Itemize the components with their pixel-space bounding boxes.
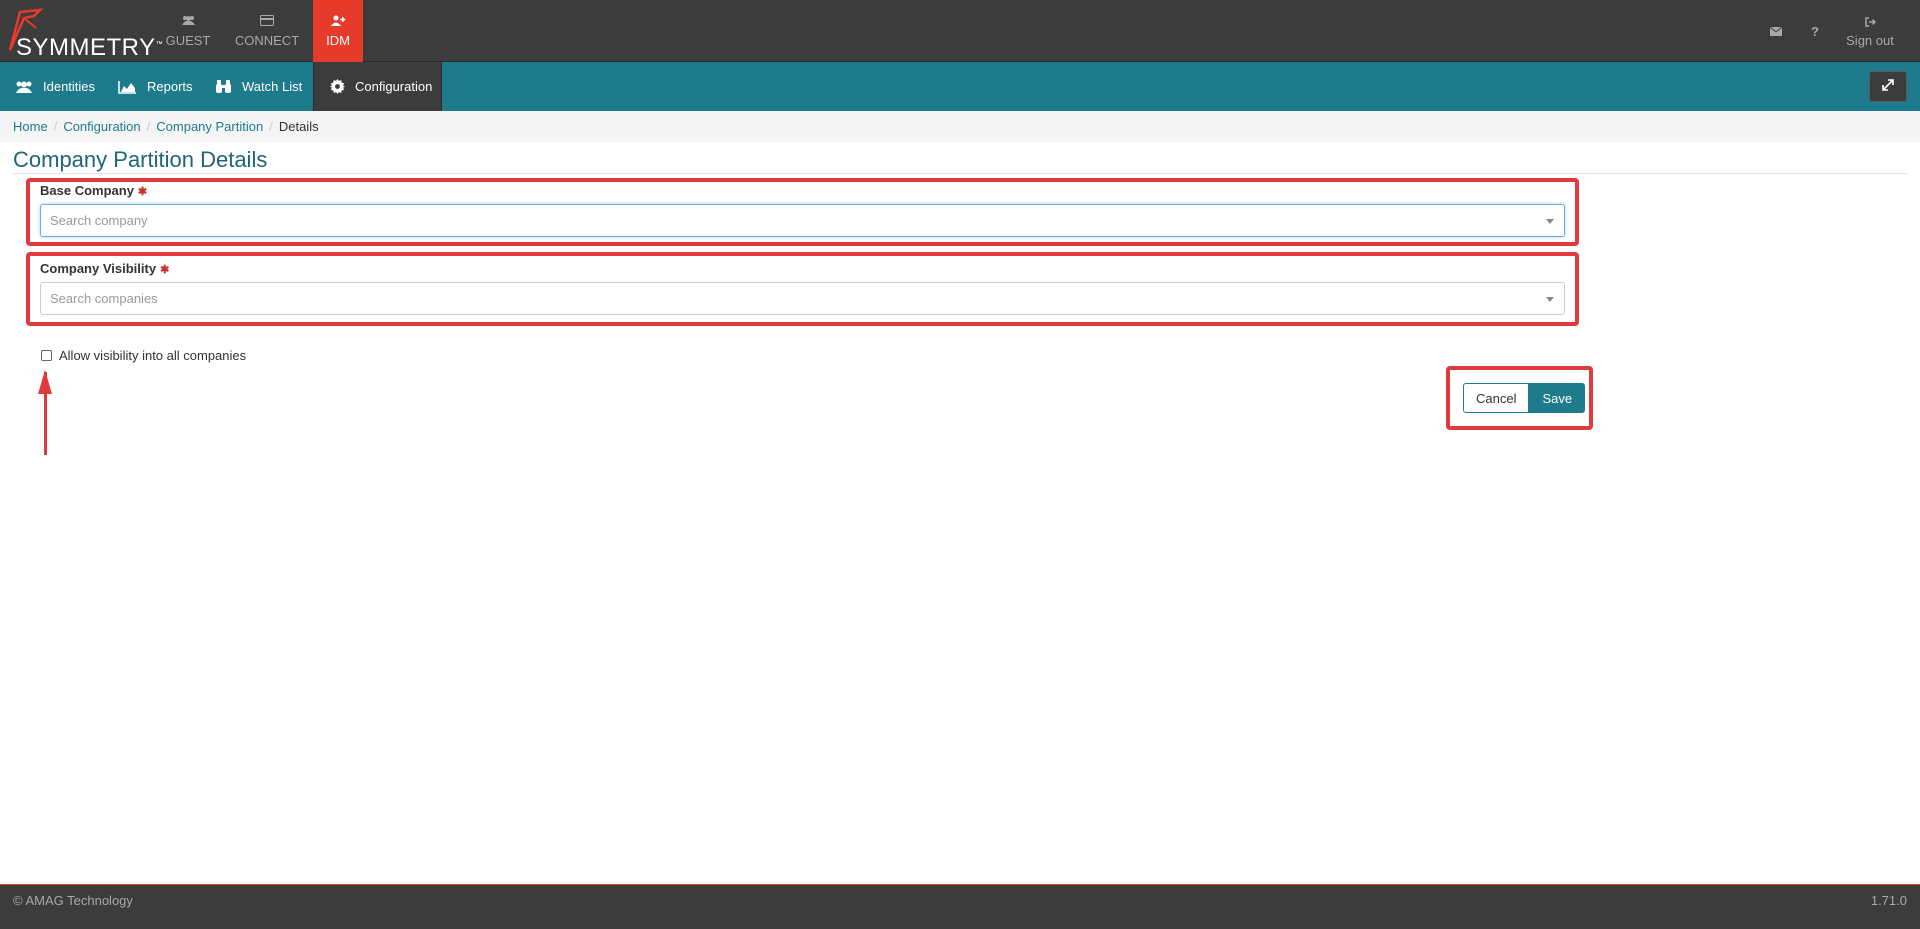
required-marker: ✱ <box>137 186 148 198</box>
sign-out-icon <box>1864 15 1876 30</box>
breadcrumb-bar: Home / Configuration / Company Partition… <box>0 111 1920 142</box>
allow-all-checkbox[interactable] <box>41 350 52 361</box>
nav-identities-label: Identities <box>43 79 96 94</box>
base-company-label: Base Company ✱ <box>40 183 148 198</box>
nav-watch-list[interactable]: Watch List <box>215 62 302 111</box>
chevron-down-icon <box>1546 297 1554 302</box>
topnav-guest-label: GUEST <box>165 33 211 48</box>
nav-identities[interactable]: Identities <box>15 62 95 111</box>
divider <box>13 173 1907 174</box>
page-title: Company Partition Details <box>13 147 268 172</box>
breadcrumb: Home / Configuration / Company Partition… <box>13 119 319 134</box>
main-nav: Identities Reports Watch List Configurat… <box>0 62 1920 111</box>
binoculars-icon <box>215 79 232 94</box>
mail-button[interactable] <box>1768 0 1784 62</box>
save-button[interactable]: Save <box>1529 383 1586 413</box>
area-chart-icon <box>118 80 137 94</box>
nav-configuration[interactable]: Configuration <box>313 62 442 111</box>
breadcrumb-configuration[interactable]: Configuration <box>63 119 140 134</box>
company-visibility-label: Company Visibility ✱ <box>40 261 170 276</box>
breadcrumb-home[interactable]: Home <box>13 119 48 134</box>
nav-reports[interactable]: Reports <box>118 62 193 111</box>
users-icon <box>15 80 33 94</box>
card-icon <box>260 14 274 30</box>
required-marker: ✱ <box>160 264 170 276</box>
symmetry-logo[interactable]: SYMMETRY™ <box>6 6 163 61</box>
base-company-placeholder: Search company <box>50 213 148 228</box>
breadcrumb-separator: / <box>53 119 58 134</box>
breadcrumb-separator: / <box>146 119 151 134</box>
base-company-select[interactable]: Search company <box>40 204 1565 237</box>
sign-out-label: Sign out <box>1846 32 1894 48</box>
footer: © AMAG Technology 1.71.0 <box>0 884 1920 929</box>
topnav-connect[interactable]: CONNECT <box>231 0 303 62</box>
fullscreen-button[interactable] <box>1869 71 1907 102</box>
chevron-down-icon <box>1546 219 1554 224</box>
topnav-connect-label: CONNECT <box>234 33 300 48</box>
gear-icon <box>330 79 345 94</box>
topnav-idm[interactable]: IDM <box>313 0 363 62</box>
allow-all-row: Allow visibility into all companies <box>41 348 246 363</box>
breadcrumb-current: Details <box>278 119 319 134</box>
help-button[interactable]: ? <box>1808 0 1822 62</box>
nav-configuration-label: Configuration <box>355 79 433 94</box>
users-icon <box>181 14 196 30</box>
expand-icon <box>1882 79 1894 94</box>
company-visibility-select[interactable]: Search companies <box>40 282 1565 315</box>
logo-wordmark: SYMMETRY™ <box>16 34 164 61</box>
breadcrumb-separator: / <box>269 119 273 134</box>
topnav-guest[interactable]: GUEST <box>160 0 216 62</box>
breadcrumb-company-partition[interactable]: Company Partition <box>156 119 263 134</box>
cancel-button[interactable]: Cancel <box>1463 383 1530 413</box>
topnav-idm-label: IDM <box>326 33 350 48</box>
sign-out-button[interactable]: Sign out <box>1840 0 1900 62</box>
nav-reports-label: Reports <box>147 79 193 94</box>
version-text: 1.71.0 <box>1870 893 1907 908</box>
allow-all-label[interactable]: Allow visibility into all companies <box>59 348 246 363</box>
form-actions: Cancel Save <box>1463 383 1586 413</box>
annotation-arrow <box>44 372 47 455</box>
user-plus-icon <box>330 14 346 30</box>
mail-icon <box>1769 24 1783 39</box>
nav-watch-list-label: Watch List <box>242 79 303 94</box>
top-bar: SYMMETRY™ GUEST CONNECT IDM ? Sign out <box>0 0 1920 62</box>
company-visibility-placeholder: Search companies <box>50 291 158 306</box>
copyright-text: © AMAG Technology <box>13 893 133 908</box>
help-icon: ? <box>1811 23 1819 39</box>
